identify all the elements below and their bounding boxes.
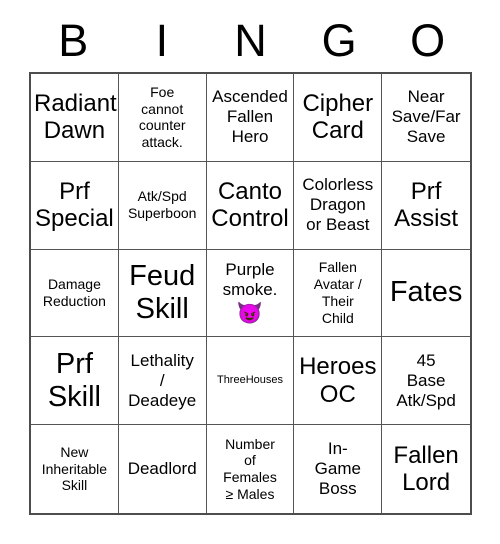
bingo-cell-r3c3[interactable]: Purple smoke. 😈: [206, 249, 295, 338]
bingo-header-letter-i: I: [155, 14, 169, 66]
bingo-cell-label: Number of Females ≥ Males: [223, 435, 277, 502]
bingo-cell-r5c4[interactable]: In- Game Boss: [294, 425, 383, 513]
bingo-cell-label: Prf Assist: [394, 177, 459, 233]
bingo-cell-label: Fallen Lord: [393, 441, 459, 497]
bingo-cell-label: In- Game Boss: [314, 439, 361, 499]
bingo-cell-r3c1[interactable]: Damage Reduction: [31, 249, 119, 338]
bingo-cell-r4c5[interactable]: 45 Base Atk/Spd: [382, 337, 470, 426]
bingo-cell-r4c2[interactable]: Lethality / Deadeye: [118, 337, 207, 426]
bingo-cell-r3c4[interactable]: Fallen Avatar / Their Child: [294, 249, 383, 338]
bingo-cell-label: Atk/Spd Superboon: [127, 188, 197, 222]
bingo-cell-label: Cipher Card: [302, 90, 374, 145]
bingo-cell-label: Radiant Dawn: [34, 90, 117, 145]
purple-devil-emoji-glyph: 😈: [236, 302, 264, 326]
bingo-cell-r2c4[interactable]: Colorless Dragon or Beast: [294, 161, 383, 250]
bingo-cell-label: Deadlord: [127, 459, 197, 479]
bingo-card: B I N G O Radiant Dawn Foe cannot counter att…: [0, 0, 500, 544]
bingo-header: BINGO: [29, 14, 472, 66]
bingo-cell-label: Lethality / Deadeye: [128, 350, 197, 410]
bingo-cell-label: Prf Special: [35, 177, 114, 233]
bingo-cell-label: Fallen Avatar / Their Child: [313, 259, 362, 326]
bingo-header-letter-g: G: [321, 14, 357, 66]
bingo-cell-label: Foe cannot counter attack.: [138, 83, 186, 151]
bingo-cell-r4c3[interactable]: ThreeHouses: [206, 337, 295, 426]
bingo-cell-label: 45 Base Atk/Spd: [396, 350, 456, 410]
bingo-grid: Radiant Dawn Foe cannot counter attack. As…: [29, 72, 472, 515]
bingo-cell-r3c5[interactable]: Fates: [382, 249, 470, 338]
bingo-cell-label: Near Save/Far Save: [391, 87, 461, 147]
bingo-cell-r2c5[interactable]: Prf Assist: [382, 161, 470, 250]
bingo-cell-label: Damage Reduction: [42, 276, 106, 309]
bingo-cell-r5c2[interactable]: Deadlord: [118, 425, 207, 513]
bingo-cell-label: Fates: [389, 276, 463, 309]
bingo-cell-r1c4[interactable]: Cipher Card: [294, 74, 383, 162]
bingo-cell-label: Canto Control: [211, 177, 289, 233]
purple-devil-emoji: 😈: [237, 302, 263, 326]
bingo-cell-label: Feud Skill: [129, 259, 196, 325]
bingo-cell-r1c3[interactable]: Ascended Fallen Hero: [206, 74, 295, 162]
bingo-cell-r2c2[interactable]: Atk/Spd Superboon: [118, 161, 207, 250]
bingo-cell-r1c5[interactable]: Near Save/Far Save: [382, 74, 470, 162]
bingo-cell-r1c1[interactable]: Radiant Dawn: [31, 74, 119, 162]
bingo-cell-r5c5[interactable]: Fallen Lord: [382, 425, 470, 513]
bingo-cell-label: ThreeHouses: [216, 374, 284, 387]
bingo-cell-r2c1[interactable]: Prf Special: [31, 161, 119, 250]
bingo-cell-r3c2[interactable]: Feud Skill: [118, 249, 207, 338]
bingo-header-letter-n: N: [234, 14, 267, 66]
bingo-cell-r2c3[interactable]: Canto Control: [206, 161, 295, 250]
bingo-header-letter-b: B: [58, 14, 89, 66]
bingo-cell-label: Ascended Fallen Hero: [212, 87, 288, 147]
bingo-cell-r4c1[interactable]: Prf Skill: [31, 337, 119, 426]
bingo-cell-r5c1[interactable]: New Inheritable Skill: [31, 425, 119, 513]
bingo-cell-r4c4[interactable]: Heroes OC: [294, 337, 383, 426]
bingo-cell-r5c3[interactable]: Number of Females ≥ Males: [206, 425, 295, 513]
bingo-cell-r1c2[interactable]: Foe cannot counter attack.: [118, 74, 207, 162]
bingo-cell-label: Purple smoke.: [222, 260, 278, 300]
bingo-cell-label: Prf Skill: [47, 347, 101, 413]
bingo-header-letter-o: O: [410, 14, 446, 66]
bingo-cell-label: New Inheritable Skill: [41, 443, 108, 494]
bingo-cell-label: Heroes OC: [299, 353, 377, 408]
bingo-cell-label: Colorless Dragon or Beast: [302, 175, 374, 235]
